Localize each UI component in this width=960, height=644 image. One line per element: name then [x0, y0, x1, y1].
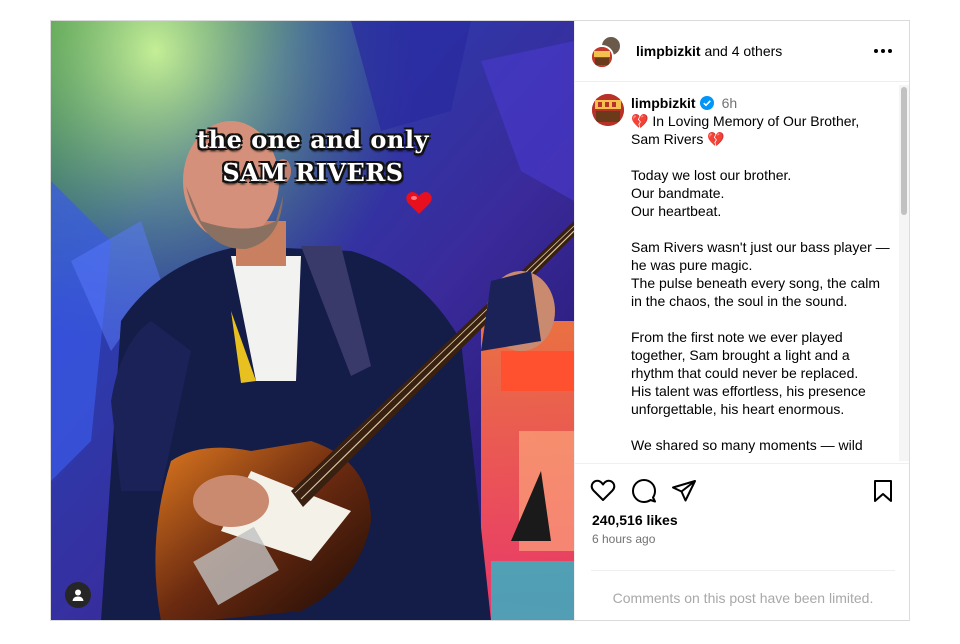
likes-count[interactable]: 240,516 likes: [592, 512, 678, 528]
post-image[interactable]: the one and only SAM RIVERS: [51, 21, 574, 620]
overlay-line-2: SAM RIVERS: [222, 158, 404, 187]
comments-limited-notice: Comments on this post have been limited.: [591, 570, 895, 606]
caption-line: From the first note we ever played toget…: [631, 329, 859, 381]
verified-badge-icon: [699, 96, 714, 110]
post-actions: 240,516 likes 6 hours ago Comments on th…: [575, 463, 909, 620]
avatar[interactable]: [592, 94, 624, 126]
scroll-thumb[interactable]: [901, 87, 907, 215]
caption-line: His talent was effortless, his presence …: [631, 383, 866, 417]
heart-icon: [406, 192, 432, 214]
user-tag-icon: [72, 589, 84, 601]
header-username[interactable]: limpbizkit: [636, 43, 701, 59]
caption-line: Today we lost our brother.: [631, 167, 792, 183]
comment-icon[interactable]: [631, 478, 657, 504]
post-header-text: limpbizkit and 4 others: [636, 43, 782, 59]
share-icon[interactable]: [671, 478, 697, 504]
like-heart-icon[interactable]: [590, 478, 616, 504]
caption-body: limpbizkit 6h 💔 In Loving Memory of Our …: [631, 94, 891, 454]
instagram-post: the one and only SAM RIVERS limpbizkit a…: [50, 20, 910, 621]
overlay-line-1: the one and only: [197, 125, 429, 154]
caption-line: Sam Rivers wasn't just our bass player —…: [631, 239, 890, 273]
caption-line: 💔 In Loving Memory of Our Brother, Sam R…: [631, 113, 860, 147]
concert-photo: [51, 21, 574, 620]
post-time-ago[interactable]: 6 hours ago: [592, 532, 655, 546]
caption-line: We shared so many moments — wild: [631, 437, 863, 453]
bookmark-icon[interactable]: [870, 478, 896, 504]
more-horizontal-icon[interactable]: [872, 41, 894, 61]
caption-line: The pulse beneath every song, the calm i…: [631, 275, 881, 309]
caption-line: Our bandmate.: [631, 185, 725, 201]
post-header: limpbizkit and 4 others: [575, 21, 909, 82]
header-collab-text[interactable]: and 4 others: [704, 43, 782, 59]
post-side-panel: limpbizkit and 4 others limpbizkit 6h 💔 …: [574, 21, 909, 620]
caption-area[interactable]: limpbizkit 6h 💔 In Loving Memory of Our …: [575, 83, 909, 463]
caption-time[interactable]: 6h: [722, 94, 738, 112]
user-tag-button[interactable]: [65, 582, 91, 608]
collab-avatars[interactable]: [590, 35, 626, 69]
caption-scrollbar[interactable]: [899, 85, 909, 461]
avatar: [590, 45, 614, 69]
caption-line: Our heartbeat.: [631, 203, 722, 219]
caption-username[interactable]: limpbizkit: [631, 94, 696, 112]
